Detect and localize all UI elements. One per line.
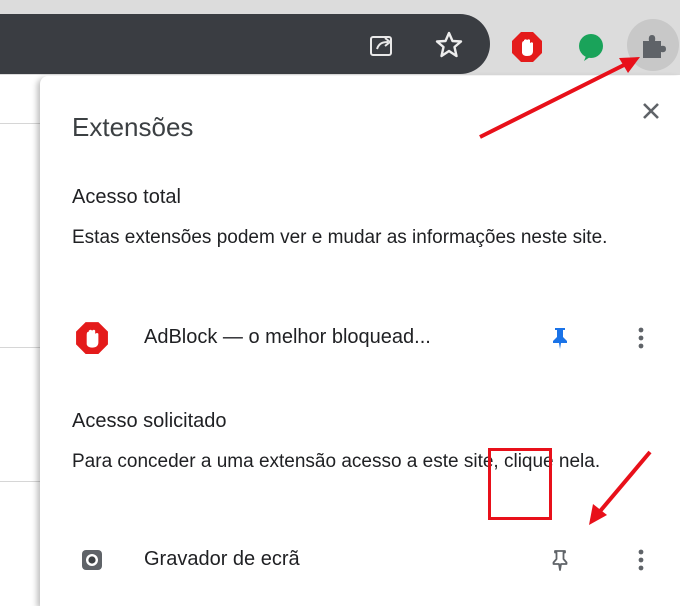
- extension-name: Gravador de ecrã: [144, 548, 300, 570]
- annotation-highlight-box: [488, 448, 552, 520]
- browser-toolbar: [0, 0, 680, 75]
- pin-icon[interactable]: [542, 320, 578, 356]
- adblock-extension-icon[interactable]: [510, 30, 544, 64]
- divider: [0, 481, 40, 482]
- section-title-full-access: Acesso total: [72, 186, 181, 208]
- page-background: [0, 75, 40, 606]
- extension-name: AdBlock — o melhor bloquead...: [144, 326, 431, 348]
- popup-title: Extensões: [72, 112, 194, 142]
- extensions-popup: Extensões Acesso total Estas extensões p…: [40, 76, 680, 606]
- green-extension-icon[interactable]: [574, 30, 608, 64]
- star-icon[interactable]: [432, 28, 466, 62]
- extension-row-screen-recorder[interactable]: Gravador de ecrã: [40, 536, 680, 586]
- divider: [0, 123, 40, 124]
- section-title-requested-access: Acesso solicitado: [72, 410, 227, 432]
- more-options-icon[interactable]: [626, 320, 656, 356]
- address-bar[interactable]: [0, 14, 490, 74]
- screen-recorder-icon: [74, 542, 110, 578]
- adblock-icon: [74, 320, 110, 356]
- close-icon[interactable]: [634, 94, 668, 128]
- divider: [0, 347, 40, 348]
- share-icon[interactable]: [366, 30, 398, 62]
- extension-row-adblock[interactable]: AdBlock — o melhor bloquead...: [40, 314, 680, 364]
- more-options-icon[interactable]: [626, 542, 656, 578]
- pin-outline-icon[interactable]: [542, 542, 578, 578]
- puzzle-extensions-icon[interactable]: [627, 19, 679, 71]
- section-description-full-access: Estas extensões podem ver e mudar as inf…: [72, 227, 608, 248]
